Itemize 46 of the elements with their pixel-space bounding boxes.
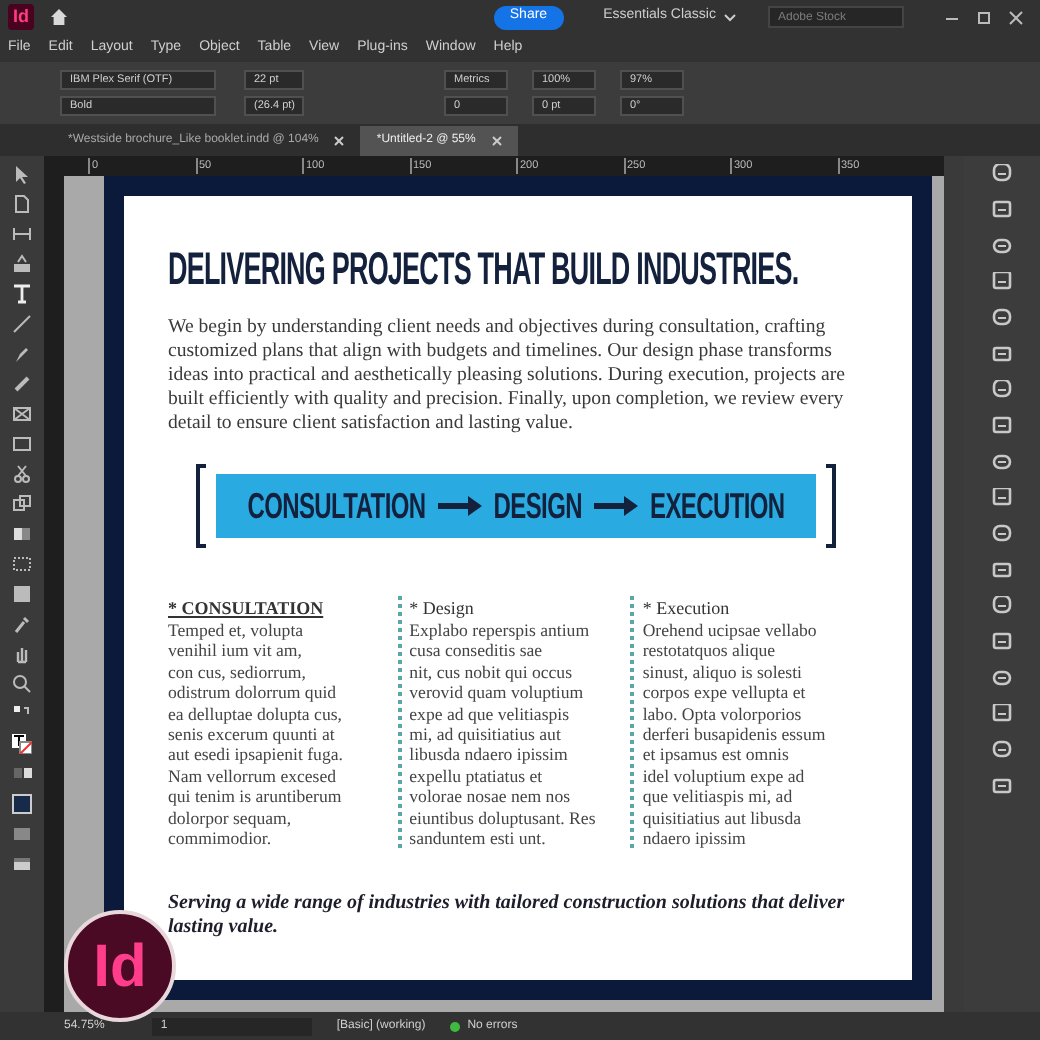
zoom-icon[interactable] [12, 674, 32, 694]
eyedropper-icon[interactable] [12, 614, 32, 634]
fill-mode-icon[interactable] [12, 764, 32, 784]
maximize-icon[interactable] [976, 9, 992, 25]
note-icon[interactable] [12, 584, 32, 604]
intro-paragraph: We begin by understanding client needs and objectives during consultation, crafting customized plans that align with budgets and timelines. Our design phase transforms ideas into practical and aesthetically pleasing solutions. During execution, projects are built efficiently with quality and precision. Finally, upon completion, we review every detail to ensure client satisfaction and lasting value. [168, 316, 847, 436]
process-step: EXECUTION [649, 486, 785, 526]
hand-icon[interactable] [12, 644, 32, 664]
frame-fill-icon[interactable] [12, 794, 32, 814]
column-text: Orehend ucipsae vellabo restotatquos alique sinust, aliquo is solesti corpos expe vellupta et labo. Opta volorporios derferi busapidenis essum et ipsamus est omnis idel voluptium expe ad que velitiaspis mi, ad quisitiatius aut libusda ndaero ipissim [642, 620, 828, 849]
frame-icon[interactable] [12, 404, 32, 424]
column-text: Explabo reperspis antium cusa conseditis sae nit, cus nobit qui occus verovid quam voluptium expe ad que velitiaspis mi, ad quisitiatius aut libusda ndaero ipissim expellu ptatiatus et volorae nosae nem nos eiuntibus doluptusant. Res sanduntem esti unt. [409, 620, 598, 849]
arrow-icon[interactable] [593, 496, 638, 516]
close-icon[interactable] [491, 136, 502, 146]
scrollbar[interactable] [944, 156, 964, 1012]
chevron-down-icon[interactable] [724, 13, 736, 21]
gap-icon[interactable] [12, 224, 32, 244]
close-icon[interactable] [1008, 9, 1024, 25]
headline: DELIVERING PROJECTS THAT BUILD INDUSTRIES. [168, 246, 799, 294]
process-step: DESIGN [493, 486, 582, 526]
line-tool-icon[interactable] [12, 314, 32, 334]
screen-mode-icon[interactable] [12, 824, 32, 844]
pencil-icon[interactable] [12, 374, 32, 394]
pen-icon[interactable] [12, 344, 32, 364]
rectangle-icon[interactable] [12, 434, 32, 454]
home-icon[interactable] [50, 8, 68, 26]
transform-icon[interactable] [12, 494, 32, 514]
selection-arrow-icon[interactable] [12, 164, 32, 184]
right-bracket-icon[interactable] [824, 464, 836, 548]
app-logo: Id [8, 4, 34, 30]
gradient-icon[interactable] [12, 524, 32, 544]
arrow-icon[interactable] [437, 496, 482, 516]
column-heading: * Execution [642, 596, 732, 620]
text-fill-icon[interactable] [12, 734, 32, 754]
page-icon[interactable] [12, 194, 32, 214]
column-text: Temped et, volupta venihil ium vit am, con cus, sediorrum, odistrum dolorrum quid ea delluptae dolupta cus, senis excerum quunti at aut esedi ipsapienit fuga. Nam vellorrum excesed qui tenim is aruntiberum dolorpor sequam, commimodior. [168, 620, 345, 849]
type-tool-icon[interactable] [12, 284, 32, 304]
left-bracket-icon[interactable] [196, 464, 208, 548]
content-collector-icon[interactable] [12, 254, 32, 274]
close-icon[interactable] [334, 136, 345, 146]
view-mode-icon[interactable] [12, 854, 32, 874]
column-heading: * Design [409, 596, 476, 620]
gradient-feather-icon[interactable] [12, 554, 32, 574]
process-step: CONSULTATION [247, 486, 426, 526]
column-heading: * CONSULTATION [168, 596, 326, 620]
scissors-icon[interactable] [12, 464, 32, 484]
